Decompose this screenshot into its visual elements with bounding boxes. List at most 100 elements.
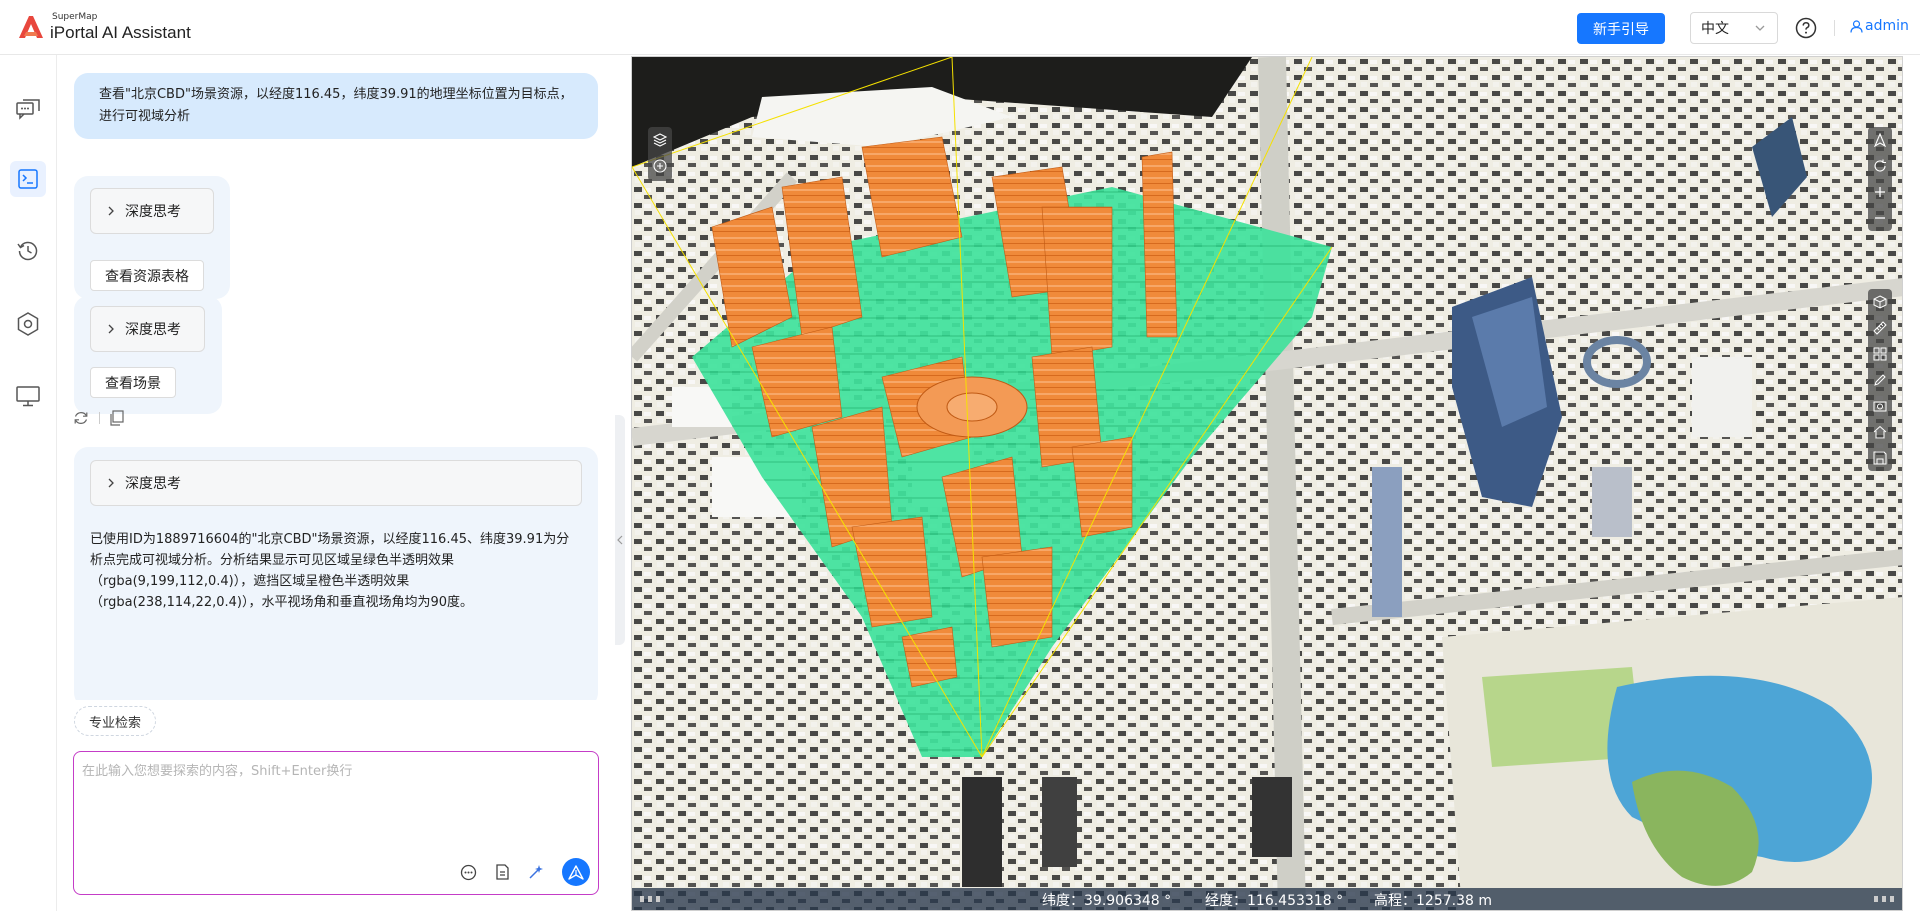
chat-messages[interactable]: 查看"北京CBD"场景资源，以经度116.45，纬度39.91的地理坐标位置为目… (57, 55, 615, 700)
longitude-label: 经度： (1205, 893, 1247, 909)
answer-text: 已使用ID为1889716604的"北京CBD"场景资源，以经度116.45、纬… (90, 532, 570, 610)
help-icon[interactable] (1795, 17, 1817, 39)
file-icon[interactable] (495, 864, 510, 880)
regenerate-icon[interactable] (73, 410, 89, 426)
zoom-in-icon (1875, 187, 1885, 197)
longitude-readout: 经度：116.453318 ° (1205, 890, 1343, 910)
layers-icon (653, 133, 667, 147)
status-dots-icon (640, 896, 660, 902)
deep-think-label: 深度思考 (125, 476, 181, 492)
save-button[interactable] (1868, 445, 1892, 471)
magic-wand-icon[interactable] (528, 864, 544, 880)
scene-nav-toolbar (1868, 127, 1892, 231)
language-select[interactable]: 中文 (1690, 12, 1778, 44)
deep-think-toggle[interactable]: 深度思考 (90, 460, 582, 506)
zoom-out-button[interactable] (1868, 205, 1892, 231)
deep-think-label: 深度思考 (125, 204, 181, 220)
ruler-icon (1873, 321, 1887, 335)
altitude-readout: 高程：1257.38 m (1374, 890, 1492, 910)
add-data-button[interactable] (648, 153, 672, 179)
home-icon (1873, 425, 1887, 439)
latitude-value: 39.906348 ° (1084, 893, 1172, 909)
message-composer (73, 751, 599, 895)
chevron-right-icon (108, 324, 114, 334)
deep-think-toggle[interactable]: 深度思考 (90, 306, 205, 352)
language-value: 中文 (1701, 21, 1729, 37)
layers-button[interactable] (648, 127, 672, 153)
compass-icon (1874, 133, 1886, 147)
app-header: SuperMap iPortal AI Assistant 新手引导 中文 ad… (0, 0, 1920, 55)
view-scene-button[interactable]: 查看场景 (90, 367, 176, 398)
settings-hex-icon (17, 312, 39, 336)
scene-viewer[interactable]: 纬度：39.906348 ° 经度：116.453318 ° 高程：1257.3… (631, 56, 1903, 911)
professional-search-chip[interactable]: 专业检索 (74, 706, 157, 736)
save-icon (1873, 451, 1887, 465)
deep-think-toggle[interactable]: 深度思考 (90, 188, 214, 234)
chevron-right-icon (108, 478, 114, 488)
user-icon (1850, 19, 1863, 33)
scene-left-toolbar (648, 127, 672, 181)
home-button[interactable] (1868, 419, 1892, 445)
history-icon (17, 241, 38, 261)
prompt-icon[interactable] (460, 864, 477, 881)
terminal-icon (18, 169, 38, 189)
deep-think-label: 深度思考 (125, 322, 181, 338)
username: admin (1865, 18, 1909, 34)
send-button[interactable] (562, 858, 590, 886)
nav-terminal[interactable] (10, 161, 46, 197)
send-icon (568, 864, 584, 880)
collapse-arrow-icon[interactable] (617, 535, 623, 545)
city-scene-view[interactable] (632, 57, 1903, 911)
compass-button[interactable] (1868, 127, 1892, 153)
chevron-right-icon (108, 206, 114, 216)
nav-monitor[interactable] (10, 378, 46, 414)
latitude-label: 纬度： (1042, 893, 1084, 909)
rotate-button[interactable] (1868, 153, 1892, 179)
draw-button[interactable] (1868, 367, 1892, 393)
chat-icon (16, 99, 40, 120)
longitude-value: 116.453318 ° (1247, 893, 1344, 909)
monitor-icon (16, 386, 40, 407)
zoom-out-icon (1875, 217, 1885, 219)
nav-chat[interactable] (10, 91, 46, 127)
view-resource-table-button[interactable]: 查看资源表格 (90, 260, 204, 291)
cube-icon (1873, 295, 1887, 309)
add-circle-icon (653, 159, 667, 173)
nav-settings[interactable] (10, 306, 46, 342)
zoom-in-button[interactable] (1868, 179, 1892, 205)
scene-status-bar: 纬度：39.906348 ° 经度：116.453318 ° 高程：1257.3… (632, 888, 1902, 910)
side-nav (0, 55, 57, 911)
latitude-readout: 纬度：39.906348 ° (1042, 890, 1171, 910)
grid-icon (1873, 347, 1887, 361)
scene-tools-toolbar (1868, 289, 1892, 471)
chevron-down-icon (1755, 25, 1765, 31)
rotate-icon (1874, 159, 1886, 172)
header-divider (1834, 20, 1835, 36)
nav-history[interactable] (10, 233, 46, 269)
screenshot-button[interactable] (1868, 393, 1892, 419)
screenshot-icon (1873, 401, 1887, 412)
message-input[interactable] (82, 760, 587, 830)
splitter-grip[interactable] (615, 415, 625, 645)
app-logo[interactable]: SuperMap iPortal AI Assistant (16, 12, 191, 42)
app-title: iPortal AI Assistant (50, 23, 191, 42)
ai-answer-message: 深度思考 已使用ID为1889716604的"北京CBD"场景资源，以经度116… (74, 447, 598, 700)
message-actions (73, 410, 124, 426)
altitude-label: 高程： (1374, 893, 1416, 909)
measure-button[interactable] (1868, 315, 1892, 341)
user-message: 查看"北京CBD"场景资源，以经度116.45，纬度39.91的地理坐标位置为目… (74, 73, 598, 139)
model-button[interactable] (1868, 289, 1892, 315)
supermap-logo-icon (16, 12, 46, 42)
ai-message: 深度思考 查看场景 (74, 296, 222, 414)
analysis-button[interactable] (1868, 341, 1892, 367)
status-dots-icon (1874, 896, 1894, 902)
pen-icon (1874, 374, 1886, 386)
user-menu[interactable]: admin (1850, 18, 1909, 34)
action-separator (99, 412, 100, 424)
beginner-guide-button[interactable]: 新手引导 (1577, 13, 1665, 44)
copy-icon[interactable] (110, 410, 124, 426)
chat-panel: 查看"北京CBD"场景资源，以经度116.45，纬度39.91的地理坐标位置为目… (57, 55, 615, 911)
ai-message: 深度思考 查看资源表格 (74, 176, 230, 299)
panel-splitter[interactable] (615, 55, 631, 911)
altitude-value: 1257.38 m (1416, 893, 1492, 909)
